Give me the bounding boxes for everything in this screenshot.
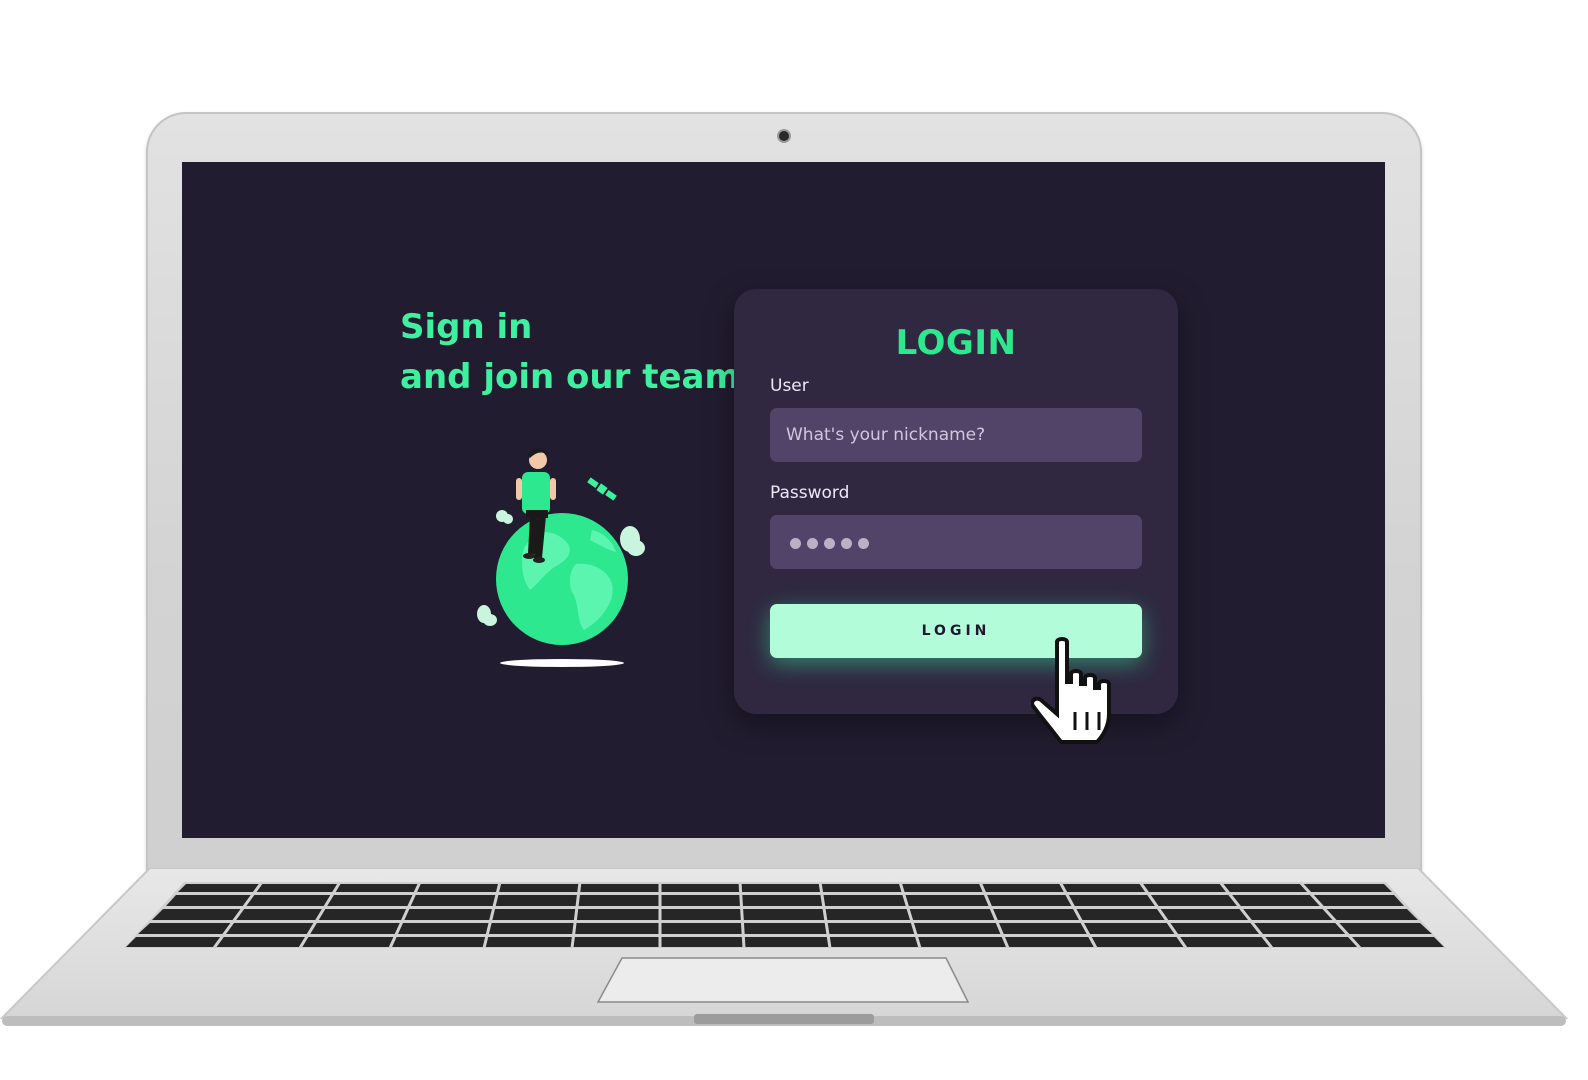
webcam-icon: [779, 131, 789, 141]
user-input[interactable]: [770, 408, 1142, 462]
password-label: Password: [770, 483, 850, 503]
password-input[interactable]: [770, 515, 1142, 569]
hero-line-2: and join our team: [400, 357, 740, 397]
person-on-globe-illustration: [477, 448, 645, 667]
login-title: LOGIN: [895, 323, 1017, 363]
login-screen: Sign in and join our team LOGIN User Wha…: [182, 162, 1385, 838]
laptop-base: [0, 868, 1568, 1028]
hand-pointer-cursor-icon: [1031, 637, 1111, 744]
password-mask: [790, 538, 869, 549]
hero-heading: Sign in and join our team: [400, 302, 740, 402]
hero-line-1: Sign in: [400, 307, 533, 347]
user-label: User: [770, 376, 809, 396]
